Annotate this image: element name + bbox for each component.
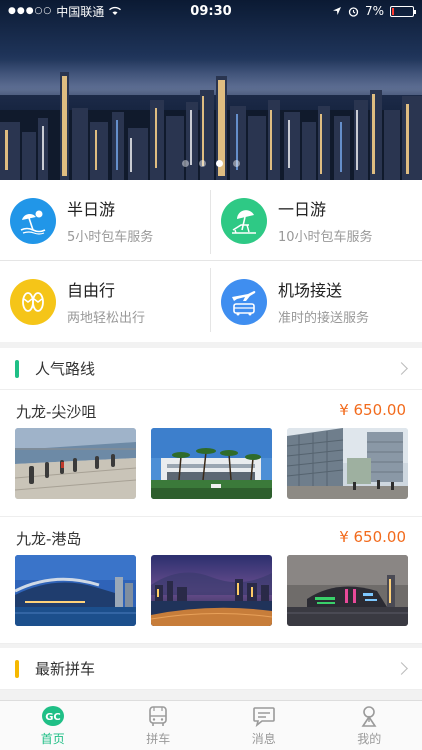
route-photo-promenade[interactable] <box>15 428 136 499</box>
banner-page-indicator <box>0 160 422 167</box>
tab-label: 首页 <box>40 731 65 746</box>
svg-text:GC: GC <box>45 712 61 723</box>
service-grid: 半日游 5小时包车服务 一日游 10小时包车服务 自由行 两地轻松出行 机场接送… <box>0 180 422 342</box>
signal-strength-icon: ●●●○○ <box>8 6 53 16</box>
section-accent-bar <box>15 359 19 378</box>
tab-carpool[interactable]: 拼车 <box>106 701 212 750</box>
alarm-icon <box>348 6 359 17</box>
page-dot[interactable] <box>182 160 189 167</box>
message-icon <box>252 706 275 727</box>
service-subtitle: 5小时包车服务 <box>67 230 154 245</box>
service-free-travel[interactable]: 自由行 两地轻松出行 <box>0 261 211 342</box>
tab-messages[interactable]: 消息 <box>211 701 317 750</box>
section-title: 最新拼车 <box>35 660 96 678</box>
battery-percent: 7% <box>364 4 384 18</box>
plane-bus-icon <box>221 278 267 325</box>
route-photo-night-lights[interactable] <box>287 555 408 626</box>
parasol-chair-icon <box>221 197 267 244</box>
location-arrow-icon <box>332 7 341 15</box>
chevron-right-icon <box>395 662 408 675</box>
tab-label: 拼车 <box>146 731 171 746</box>
route-price: ¥ 650.00 <box>339 401 406 419</box>
route-photo-harbour-dusk[interactable] <box>151 555 272 626</box>
route-photo-towers[interactable] <box>287 428 408 499</box>
popular-routes-header[interactable]: 人气路线 <box>0 348 422 390</box>
service-title: 机场接送 <box>278 281 343 300</box>
route-price: ¥ 650.00 <box>339 528 406 546</box>
route-card[interactable]: 九龙-港岛 ¥ 650.00 <box>0 517 422 644</box>
latest-carpool-header[interactable]: 最新拼车 <box>0 648 422 690</box>
service-full-day[interactable]: 一日游 10小时包车服务 <box>211 180 422 261</box>
section-title: 人气路线 <box>35 360 96 378</box>
route-name: 九龙-港岛 <box>16 530 82 548</box>
service-subtitle: 两地轻松出行 <box>67 311 146 326</box>
route-card[interactable]: 九龙-尖沙咀 ¥ 650.00 <box>0 390 422 517</box>
profile-icon <box>361 705 377 727</box>
status-bar: ●●●○○ 中国联通 09:30 7% <box>0 0 422 22</box>
page-dot-active[interactable] <box>216 160 223 167</box>
service-title: 一日游 <box>278 200 327 219</box>
service-subtitle: 10小时包车服务 <box>278 230 373 245</box>
service-title: 半日游 <box>67 200 116 219</box>
tab-label: 消息 <box>251 731 276 746</box>
route-photo-palm-building[interactable] <box>151 428 272 499</box>
service-subtitle: 准时的接送服务 <box>278 311 370 326</box>
bus-icon <box>149 705 168 726</box>
grid-divider <box>210 268 211 332</box>
hero-banner[interactable]: ●●●○○ 中国联通 09:30 7% <box>0 0 422 180</box>
sandals-icon <box>10 278 56 325</box>
grid-divider <box>0 260 422 261</box>
bottom-tab-bar: GC 首页 拼车 消息 我的 <box>0 700 422 750</box>
section-accent-bar <box>15 659 19 678</box>
page-dot[interactable] <box>233 160 240 167</box>
service-airport-transfer[interactable]: 机场接送 准时的接送服务 <box>211 261 422 342</box>
route-name: 九龙-尖沙咀 <box>16 403 97 421</box>
service-half-day[interactable]: 半日游 5小时包车服务 <box>0 180 211 261</box>
battery-icon <box>390 5 416 17</box>
carrier-label: 中国联通 <box>56 4 105 19</box>
page-dot[interactable] <box>199 160 206 167</box>
tab-profile[interactable]: 我的 <box>317 701 422 750</box>
tab-label: 我的 <box>357 731 382 746</box>
route-photo-convention-centre[interactable] <box>15 555 136 626</box>
grid-divider <box>210 190 211 254</box>
chevron-right-icon <box>395 362 408 375</box>
home-gc-icon: GC <box>41 705 64 726</box>
tab-home[interactable]: GC 首页 <box>0 701 106 750</box>
service-title: 自由行 <box>67 281 116 300</box>
wifi-icon <box>109 6 122 15</box>
beach-umbrella-icon <box>10 197 56 244</box>
